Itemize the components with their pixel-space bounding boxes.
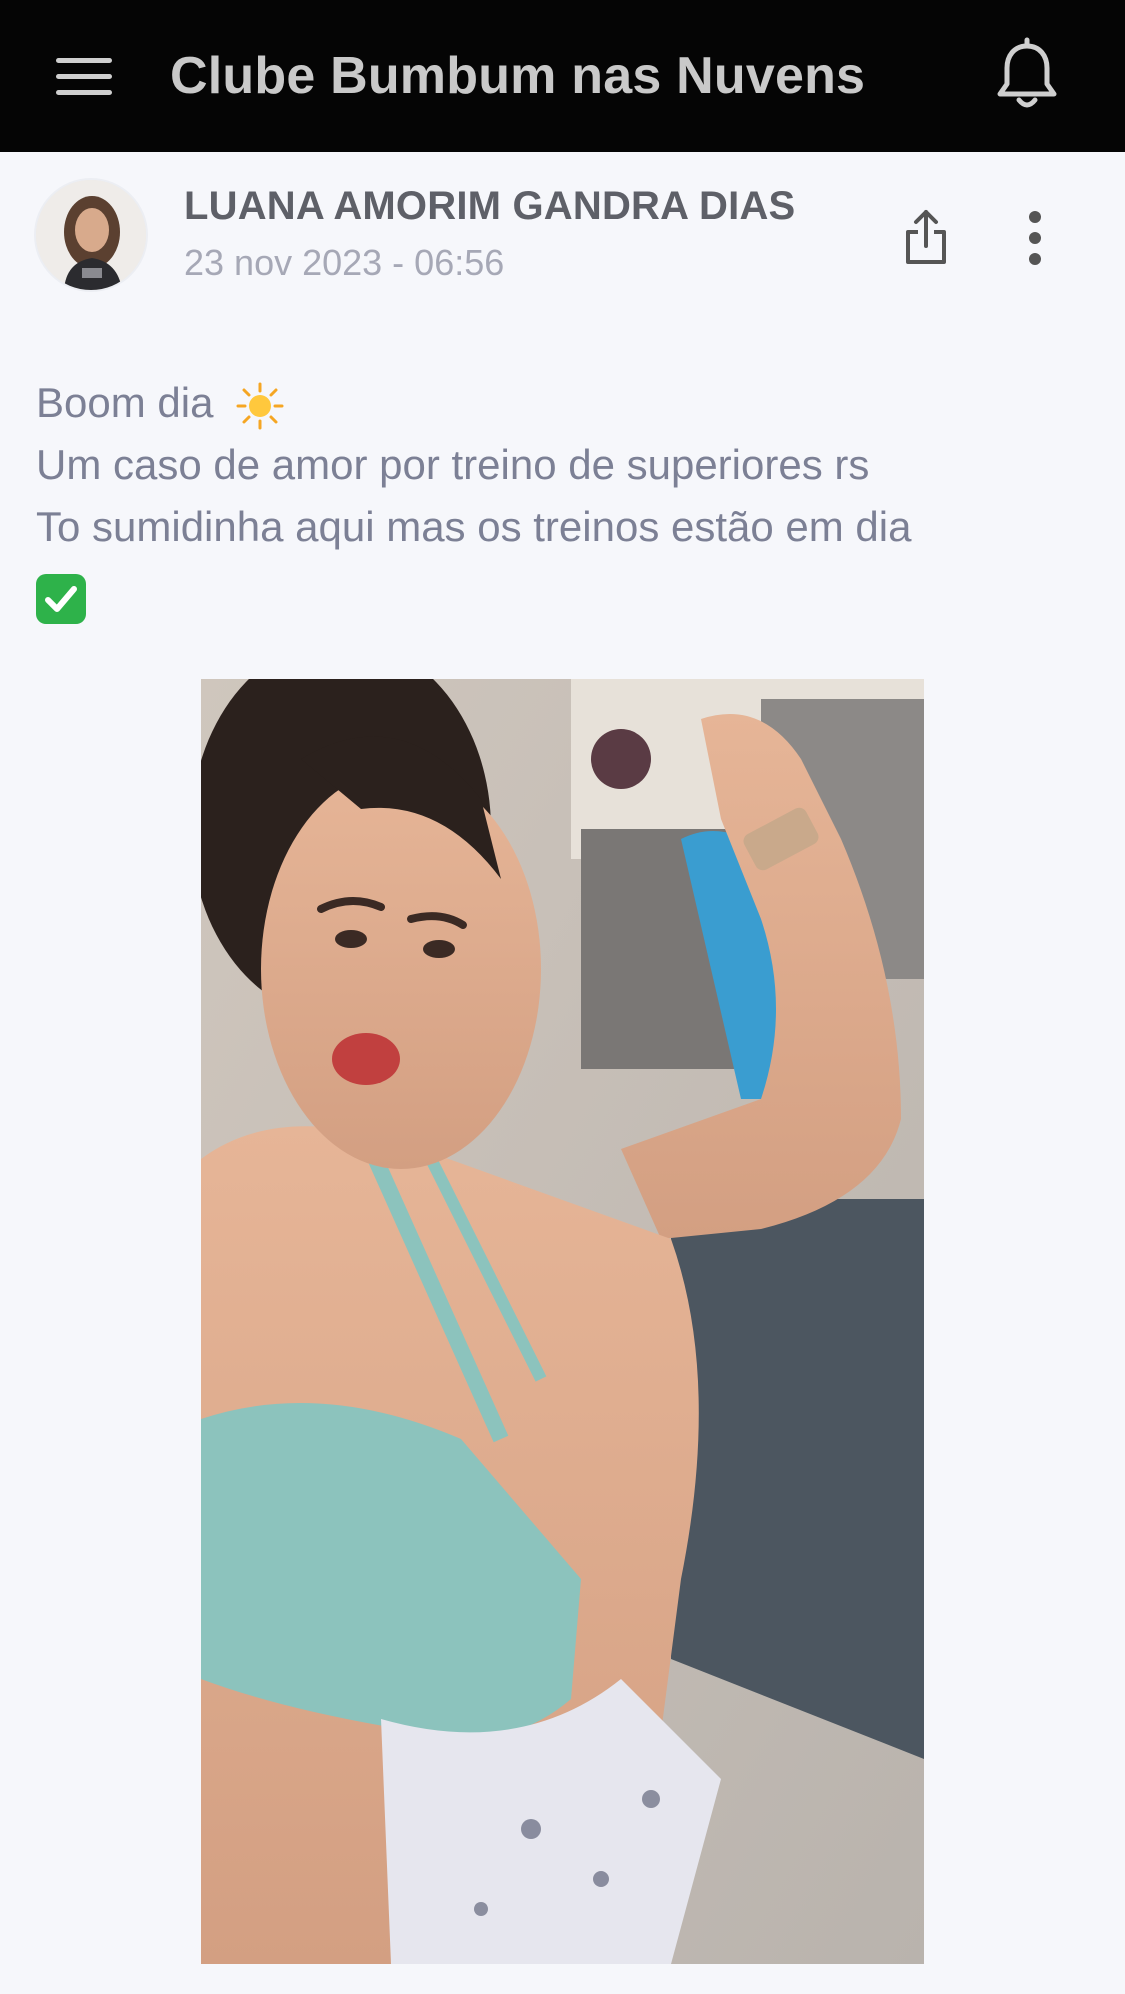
author-avatar[interactable] [36,180,146,290]
post-line: Um caso de amor por treino de superiores… [36,441,870,488]
post-photo[interactable] [201,679,924,1964]
app-header: Clube Bumbum nas Nuvens [0,0,1125,152]
sun-emoji [236,382,284,430]
share-icon[interactable] [896,206,956,270]
post-line-text: Boom dia [36,379,214,426]
more-vertical-icon[interactable] [1010,206,1060,270]
post-body: Boom dia Um caso de amor por treino de s… [36,372,1096,624]
author-name[interactable]: LUANA AMORIM GANDRA DIAS [184,180,795,232]
bell-icon[interactable] [990,36,1064,116]
app-title: Clube Bumbum nas Nuvens [170,47,866,105]
menu-icon[interactable] [48,46,120,106]
check-mark-emoji [36,574,86,624]
post-line: To sumidinha aqui mas os treinos estão e… [36,503,912,550]
post-date: 23 nov 2023 - 06:56 [184,242,505,283]
post-line: Boom dia [36,372,1096,434]
